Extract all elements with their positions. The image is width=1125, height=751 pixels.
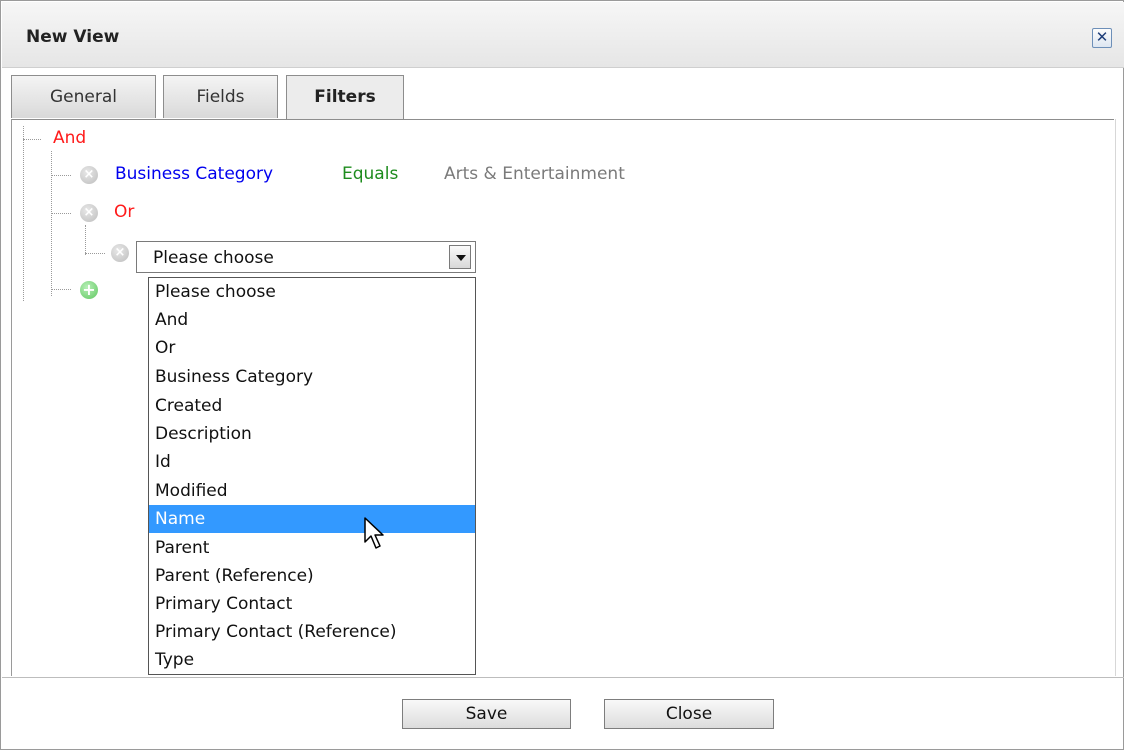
dropdown-option[interactable]: Created: [149, 392, 475, 420]
condition-field[interactable]: Business Category: [115, 164, 273, 184]
save-button[interactable]: Save: [402, 699, 571, 729]
remove-icon[interactable]: ×: [111, 244, 129, 262]
select-dropdown-list: Please choose And Or Business Category C…: [148, 277, 476, 675]
dropdown-option-highlighted[interactable]: Name: [149, 505, 475, 533]
dropdown-option[interactable]: Please choose: [149, 278, 475, 306]
close-icon[interactable]: ✕: [1092, 28, 1112, 48]
remove-icon[interactable]: ×: [80, 166, 98, 184]
condition-operator[interactable]: Equals: [342, 164, 398, 184]
new-view-dialog: New View ✕ General Fields Filters And × …: [0, 0, 1124, 750]
dialog-title: New View: [26, 27, 120, 47]
dropdown-option[interactable]: Or: [149, 334, 475, 362]
field-select[interactable]: Please choose: [136, 241, 476, 273]
dropdown-option[interactable]: Primary Contact: [149, 590, 475, 618]
root-operator-and[interactable]: And: [53, 128, 86, 148]
mouse-cursor-icon: [364, 517, 384, 549]
footer-divider: [2, 677, 1124, 678]
remove-icon[interactable]: ×: [80, 204, 98, 222]
dropdown-option[interactable]: Id: [149, 448, 475, 476]
dropdown-option[interactable]: Parent: [149, 534, 475, 562]
tab-fields[interactable]: Fields: [163, 75, 278, 118]
tab-filters[interactable]: Filters: [286, 75, 404, 119]
dropdown-option[interactable]: Description: [149, 420, 475, 448]
tree-line-root-h: [23, 139, 41, 140]
tree-line-add: [51, 289, 71, 290]
tab-general[interactable]: General: [11, 75, 156, 118]
dropdown-option[interactable]: And: [149, 306, 475, 334]
close-button[interactable]: Close: [604, 699, 774, 729]
chevron-down-icon[interactable]: [449, 245, 471, 269]
tab-strip: General Fields Filters: [11, 75, 1114, 120]
tree-line-root: [23, 126, 24, 301]
dropdown-option[interactable]: Parent (Reference): [149, 562, 475, 590]
tree-line-level1: [51, 151, 52, 296]
tree-line-or: [51, 213, 71, 214]
condition-value[interactable]: Arts & Entertainment: [444, 164, 625, 184]
dialog-titlebar: New View ✕: [2, 2, 1124, 68]
dropdown-option[interactable]: Type: [149, 646, 475, 674]
add-icon[interactable]: +: [80, 281, 98, 299]
group-operator-or[interactable]: Or: [114, 202, 134, 222]
tree-line-condition: [51, 175, 71, 176]
select-value: Please choose: [153, 248, 274, 268]
dropdown-option[interactable]: Modified: [149, 477, 475, 505]
tree-line-level2: [85, 225, 86, 255]
dropdown-option[interactable]: Primary Contact (Reference): [149, 618, 475, 646]
tree-line-select: [85, 253, 105, 254]
dropdown-option[interactable]: Business Category: [149, 363, 475, 391]
